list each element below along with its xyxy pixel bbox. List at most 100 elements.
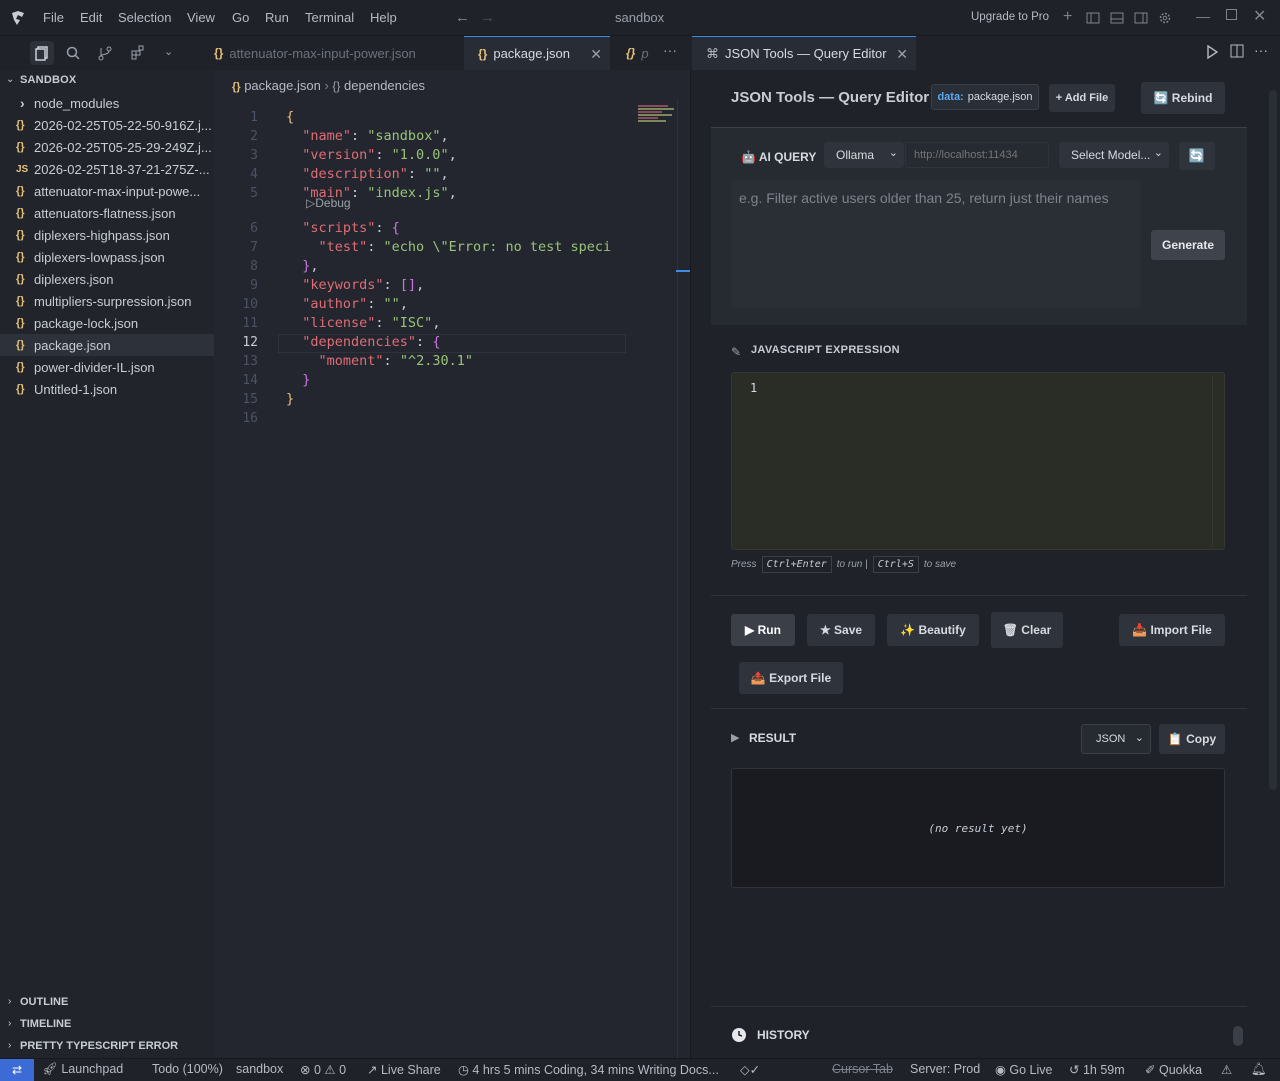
ai-prompt-textarea[interactable]: e.g. Filter active users older than 25, … — [731, 180, 1141, 308]
more-actions-icon[interactable]: ··· — [1254, 42, 1268, 58]
menu-edit[interactable]: Edit — [80, 10, 102, 25]
search-icon[interactable] — [65, 45, 81, 61]
menu-go[interactable]: Go — [232, 10, 249, 25]
settings-gear-icon[interactable] — [1158, 11, 1172, 25]
minimap[interactable] — [638, 104, 676, 130]
file-item[interactable]: JS 2026-02-25T18-37-21-275Z-... — [0, 158, 214, 180]
code-line[interactable]: } — [286, 391, 294, 407]
code-line[interactable]: { — [286, 109, 294, 125]
file-item[interactable]: {} package.json — [0, 334, 214, 356]
file-item[interactable]: {} package-lock.json — [0, 312, 214, 334]
import-file-button[interactable]: 📥 Import File — [1119, 614, 1225, 646]
tab-package-json[interactable]: {} package.json ✕ — [464, 36, 610, 70]
code-line[interactable]: "version": "1.0.0", — [286, 147, 456, 163]
file-item[interactable]: {} 2026-02-25T05-25-29-249Z.j... — [0, 136, 214, 158]
close-window-icon[interactable]: ✕ — [1253, 6, 1266, 26]
upgrade-link[interactable]: Upgrade to Pro — [971, 11, 1049, 23]
code-line[interactable]: } — [286, 372, 310, 388]
cursor-tab-status[interactable]: Cursor Tab — [832, 1062, 893, 1076]
file-item[interactable]: {} diplexers-highpass.json — [0, 224, 214, 246]
todo-status[interactable]: Todo (100%) — [152, 1062, 223, 1076]
run-icon[interactable] — [1206, 45, 1218, 59]
code-line[interactable]: "dependencies": { — [286, 334, 440, 350]
menu-selection[interactable]: Selection — [118, 10, 171, 25]
add-file-button[interactable]: + Add File — [1049, 84, 1115, 112]
live-share[interactable]: ↗ Live Share — [367, 1062, 441, 1077]
views-dropdown-icon[interactable]: ⌄ — [164, 45, 173, 58]
close-tab-icon[interactable]: ✕ — [896, 46, 908, 63]
notifications-bell-icon[interactable]: 🔔︎ — [1251, 1062, 1267, 1077]
clear-button[interactable]: 🗑 Clear — [991, 612, 1063, 648]
toggle-sidebar-icon[interactable] — [1086, 11, 1100, 25]
code-line[interactable]: }, — [286, 258, 318, 274]
code-line[interactable]: "test": "echo \"Error: no test speci — [286, 239, 612, 255]
history-scroll-handle[interactable] — [1233, 1026, 1243, 1046]
wakatime-status[interactable]: ◷ 4 hrs 5 mins Coding, 34 mins Writing D… — [458, 1062, 719, 1077]
go-live[interactable]: ◉ Go Live — [995, 1062, 1053, 1077]
chevron-down-icon[interactable]: ⌄ — [6, 74, 14, 85]
endpoint-input[interactable] — [905, 142, 1049, 168]
alert-icon[interactable]: ⚠ — [1221, 1062, 1232, 1077]
code-line[interactable]: "scripts": { — [286, 220, 400, 236]
workspace-name[interactable]: sandbox — [236, 1062, 283, 1076]
file-item[interactable]: › node_modules — [0, 92, 214, 114]
result-format-select[interactable]: JSON ⌄ — [1081, 724, 1151, 754]
code-line[interactable]: "description": "", — [286, 166, 448, 182]
model-select[interactable]: Select Model... ⌄ — [1059, 142, 1169, 168]
menu-view[interactable]: View — [187, 10, 215, 25]
minimize-icon[interactable]: — — [1196, 8, 1210, 24]
close-tab-icon[interactable]: ✕ — [590, 46, 602, 63]
js-expression-editor[interactable]: 1 — [731, 372, 1225, 550]
menu-run[interactable]: Run — [265, 10, 289, 25]
breadcrumb-symbol[interactable]: dependencies — [344, 78, 425, 93]
nav-back-icon[interactable]: ← — [455, 9, 470, 26]
code-line[interactable]: "license": "ISC", — [286, 315, 440, 331]
section-timeline[interactable]: TIMELINE — [20, 1018, 71, 1030]
file-item[interactable]: {} attenuator-max-input-powe... — [0, 180, 214, 202]
code-line[interactable]: "author": "", — [286, 296, 408, 312]
server-status[interactable]: Server: Prod — [910, 1062, 980, 1076]
launchpad[interactable]: 🚀︎ Launchpad — [42, 1062, 123, 1077]
menu-terminal[interactable]: Terminal — [305, 10, 354, 25]
expand-triangle-icon[interactable]: ▶ — [731, 731, 739, 744]
run-button[interactable]: ▶ Run — [731, 614, 795, 646]
menu-help[interactable]: Help — [370, 10, 397, 25]
editor-scrollbar[interactable] — [1212, 375, 1222, 547]
nav-forward-icon[interactable]: → — [480, 9, 495, 26]
file-item[interactable]: {} diplexers-lowpass.json — [0, 246, 214, 268]
file-item[interactable]: {} diplexers.json — [0, 268, 214, 290]
copy-button[interactable]: 📋 Copy — [1159, 724, 1225, 754]
refresh-models-button[interactable]: 🔄 — [1179, 142, 1215, 170]
add-icon[interactable]: + — [1063, 8, 1072, 26]
breadcrumb-file[interactable]: package.json — [244, 78, 321, 93]
save-button[interactable]: ★ Save — [807, 614, 875, 646]
code-line[interactable]: "moment": "^2.30.1" — [286, 353, 473, 369]
menu-file[interactable]: File — [43, 10, 64, 25]
provider-select[interactable]: Ollama ⌄ — [824, 142, 904, 168]
problems-status[interactable]: ⊗ 0 ⚠ 0 — [300, 1062, 346, 1077]
generate-button[interactable]: Generate — [1151, 230, 1225, 260]
tab-query-editor[interactable]: ⌘ JSON Tools — Query Editor ✕ — [692, 36, 916, 70]
quokka-status[interactable]: ✐ Quokka — [1145, 1062, 1202, 1077]
extensions-icon[interactable] — [130, 45, 146, 61]
rebind-button[interactable]: 🔄 Rebind — [1141, 82, 1225, 114]
code-line[interactable]: "name": "sandbox", — [286, 128, 448, 144]
maximize-icon[interactable] — [1226, 9, 1237, 20]
tab-overflow[interactable]: {} p — [612, 36, 652, 70]
workspace-header[interactable]: SANDBOX — [20, 74, 76, 86]
toggle-panel-icon[interactable] — [1110, 11, 1124, 25]
shield-check-icon[interactable]: ◇✓ — [740, 1062, 760, 1077]
history-label[interactable]: HISTORY — [757, 1028, 810, 1042]
file-item[interactable]: {} Untitled-1.json — [0, 378, 214, 400]
file-item[interactable]: {} 2026-02-25T05-22-50-916Z.j... — [0, 114, 214, 136]
source-control-icon[interactable] — [97, 45, 113, 61]
panel-scrollbar[interactable] — [1269, 90, 1277, 790]
export-file-button[interactable]: 📤 Export File — [739, 662, 843, 694]
codelens-debug[interactable]: ▷Debug — [306, 196, 351, 210]
tab-attenuator-max-input-power[interactable]: {} attenuator-max-input-power.json — [200, 36, 462, 70]
code-area[interactable]: 1 {2 "name": "sandbox", 3 "version": "1.0.… — [214, 100, 690, 440]
file-item[interactable]: {} attenuators-flatness.json — [0, 202, 214, 224]
explorer-view-button[interactable] — [30, 41, 54, 65]
timer-status[interactable]: ↺ 1h 59m — [1069, 1062, 1125, 1077]
code-line[interactable]: "keywords": [], — [286, 277, 424, 293]
